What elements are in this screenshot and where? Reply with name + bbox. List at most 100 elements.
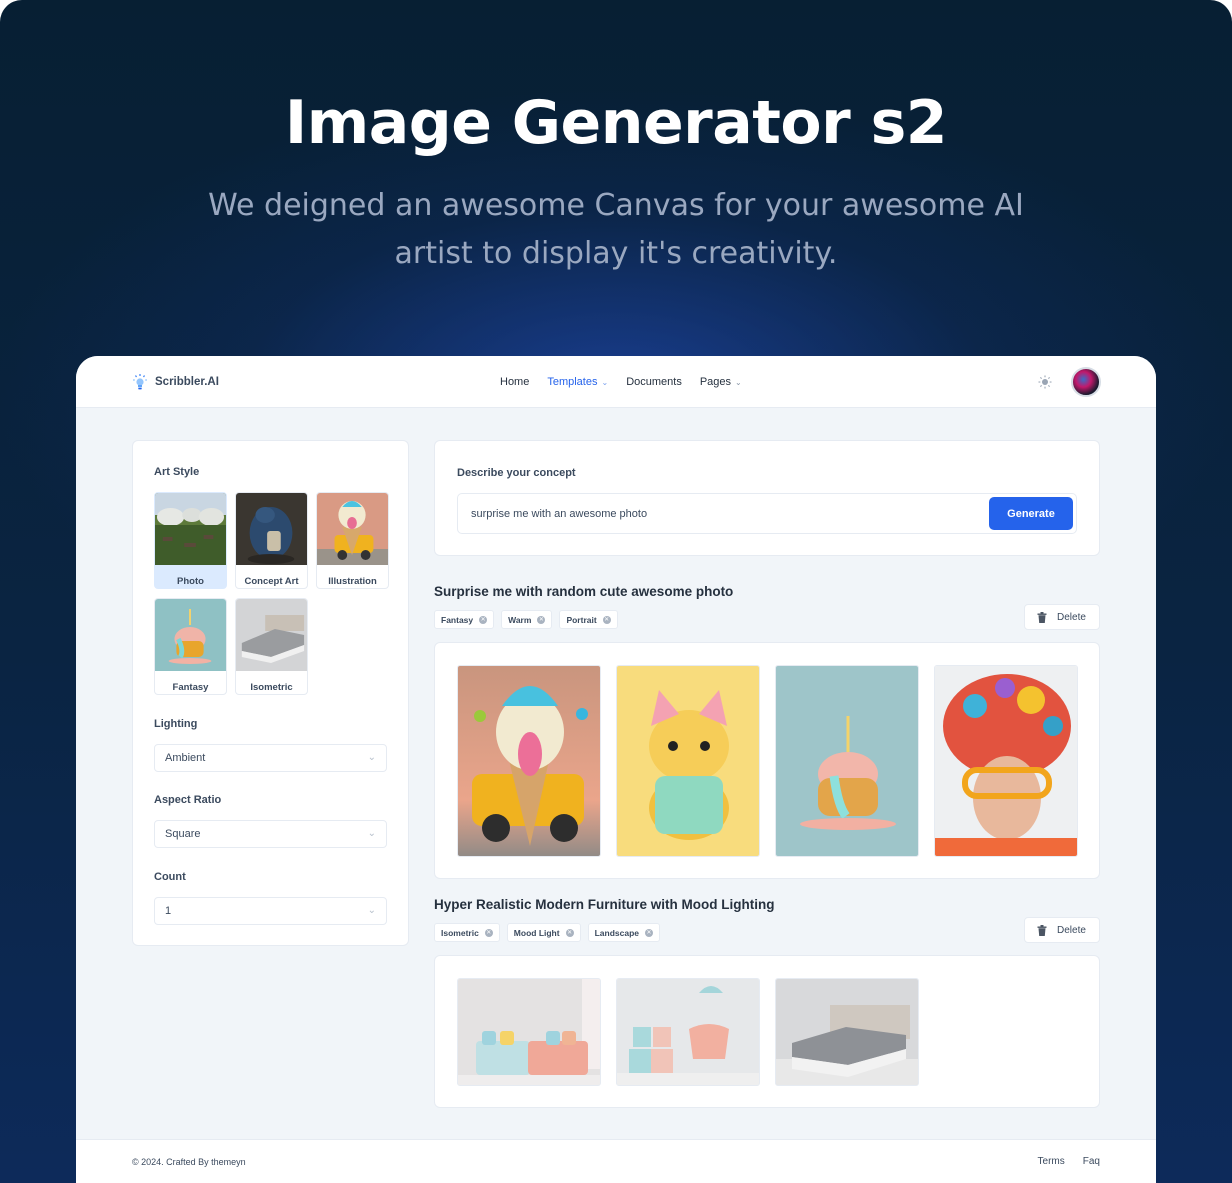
result-tags: Fantasy ✕ Warm ✕ Portrait ✕: [434, 610, 618, 629]
delete-button[interactable]: Delete: [1024, 604, 1100, 630]
nav-home-label: Home: [500, 376, 530, 388]
result-gallery: [434, 955, 1100, 1108]
tag: Portrait ✕: [559, 610, 618, 629]
trash-icon: [1037, 924, 1047, 936]
result-gallery: [434, 642, 1100, 879]
armchair-lamps-image: [617, 979, 759, 1085]
count-label: Count: [154, 871, 186, 883]
style-label: Illustration: [328, 576, 377, 587]
remove-tag-icon[interactable]: ✕: [484, 928, 493, 937]
result-tags: Isometric ✕ Mood Light ✕ Landscape ✕: [434, 923, 660, 942]
nav-home[interactable]: Home: [500, 376, 529, 388]
main-nav: Home Templates ⌄ Documents Pages ⌄: [500, 376, 742, 388]
user-avatar[interactable]: [1071, 367, 1101, 397]
grey-bed-image: [776, 979, 918, 1085]
generated-image[interactable]: [457, 665, 601, 857]
nav-templates-label: Templates: [547, 376, 598, 388]
style-option-illustration[interactable]: Illustration: [316, 492, 389, 589]
nav-documents-label: Documents: [626, 376, 682, 388]
chevron-down-icon: ⌄: [601, 377, 609, 387]
result-title: Surprise me with random cute awesome pho…: [434, 584, 734, 599]
cupcake-candle-image: [776, 666, 918, 856]
settings-panel: Art Style Photo Concept Art Illustration…: [132, 440, 409, 946]
tag-label: Fantasy: [441, 614, 474, 625]
count-value: 1: [165, 905, 172, 917]
nav-templates[interactable]: Templates ⌄: [547, 376, 608, 388]
style-label: Photo: [177, 576, 204, 587]
concept-input[interactable]: [458, 494, 978, 533]
pastel-sofa-image: [458, 979, 600, 1085]
trash-icon: [1037, 611, 1047, 623]
lighting-label: Lighting: [154, 718, 198, 730]
style-label: Concept Art: [244, 576, 299, 587]
footer-links: Terms Faq: [1038, 1156, 1100, 1167]
style-label: Isometric: [250, 682, 293, 693]
tag-label: Portrait: [566, 614, 597, 625]
concept-panel: Describe your concept Generate: [434, 440, 1100, 556]
aspect-ratio-value: Square: [165, 828, 201, 840]
remove-tag-icon[interactable]: ✕: [565, 928, 574, 937]
hero-title: Image Generator s2: [284, 88, 948, 158]
remove-tag-icon[interactable]: ✕: [479, 615, 488, 624]
remove-tag-icon[interactable]: ✕: [537, 615, 546, 624]
footer-link-faq[interactable]: Faq: [1083, 1156, 1100, 1167]
footer-link-terms[interactable]: Terms: [1038, 1156, 1065, 1167]
generated-image[interactable]: [616, 665, 760, 857]
generated-image[interactable]: [457, 978, 601, 1086]
brand-logo[interactable]: Scribbler.AI: [131, 373, 219, 391]
isometric-thumbnail: [236, 599, 307, 671]
concept-label: Describe your concept: [457, 467, 576, 479]
generated-image[interactable]: [775, 665, 919, 857]
photo-thumbnail: [155, 493, 226, 565]
remove-tag-icon[interactable]: ✕: [602, 615, 611, 624]
navbar: Scribbler.AI Home Templates ⌄ Documents …: [76, 356, 1156, 408]
nav-documents[interactable]: Documents: [626, 376, 682, 388]
tag: Isometric ✕: [434, 923, 500, 942]
aspect-ratio-label: Aspect Ratio: [154, 794, 222, 806]
chevron-down-icon: ⌄: [367, 828, 376, 839]
chevron-down-icon: ⌄: [735, 377, 742, 387]
art-style-label: Art Style: [154, 466, 200, 478]
concept-input-wrapper: Generate: [457, 493, 1077, 534]
app-window: Scribbler.AI Home Templates ⌄ Documents …: [76, 356, 1156, 1183]
aspect-ratio-select[interactable]: Square ⌄: [154, 820, 387, 848]
tag-label: Landscape: [594, 927, 639, 938]
style-option-isometric[interactable]: Isometric: [235, 598, 308, 695]
tag: Warm ✕: [501, 610, 553, 629]
concept-art-thumbnail: [236, 493, 307, 565]
tag-label: Isometric: [441, 927, 479, 938]
generate-button[interactable]: Generate: [989, 497, 1073, 530]
chevron-down-icon: ⌄: [367, 752, 376, 763]
brand-name: Scribbler.AI: [155, 376, 219, 388]
copyright-text: © 2024. Crafted By themeyn: [132, 1157, 246, 1167]
tag-label: Warm: [508, 614, 532, 625]
colorful-head-image: [935, 666, 1077, 856]
tag-label: Mood Light: [513, 927, 560, 938]
cat-calculator-image: [617, 666, 759, 856]
delete-button[interactable]: Delete: [1024, 917, 1100, 943]
hero-subtitle: We deigned an awesome Canvas for your aw…: [208, 188, 1024, 271]
fantasy-thumbnail: [155, 599, 226, 671]
lighting-value: Ambient: [165, 752, 206, 764]
style-option-fantasy[interactable]: Fantasy: [154, 598, 227, 695]
delete-label: Delete: [1057, 924, 1086, 936]
nav-pages-label: Pages: [699, 376, 732, 388]
ice-cream-car-image: [458, 666, 600, 856]
chevron-down-icon: ⌄: [367, 905, 376, 916]
generated-image[interactable]: [934, 665, 1078, 857]
tag: Mood Light ✕: [506, 923, 581, 942]
style-label: Fantasy: [172, 682, 209, 693]
tag: Fantasy ✕: [434, 610, 495, 629]
generated-image[interactable]: [775, 978, 919, 1086]
generated-image[interactable]: [616, 978, 760, 1086]
nav-pages[interactable]: Pages ⌄: [700, 376, 742, 388]
count-select[interactable]: 1 ⌄: [154, 897, 387, 925]
showcase-frame: Image Generator s2 We deigned an awesome…: [0, 0, 1232, 1183]
style-option-photo[interactable]: Photo: [154, 492, 227, 589]
sun-icon[interactable]: [1038, 375, 1052, 389]
remove-tag-icon[interactable]: ✕: [645, 928, 653, 937]
result-title: Hyper Realistic Modern Furniture with Mo…: [434, 897, 775, 912]
illustration-thumbnail: [317, 493, 388, 565]
lighting-select[interactable]: Ambient ⌄: [154, 744, 387, 772]
style-option-concept-art[interactable]: Concept Art: [235, 492, 308, 589]
